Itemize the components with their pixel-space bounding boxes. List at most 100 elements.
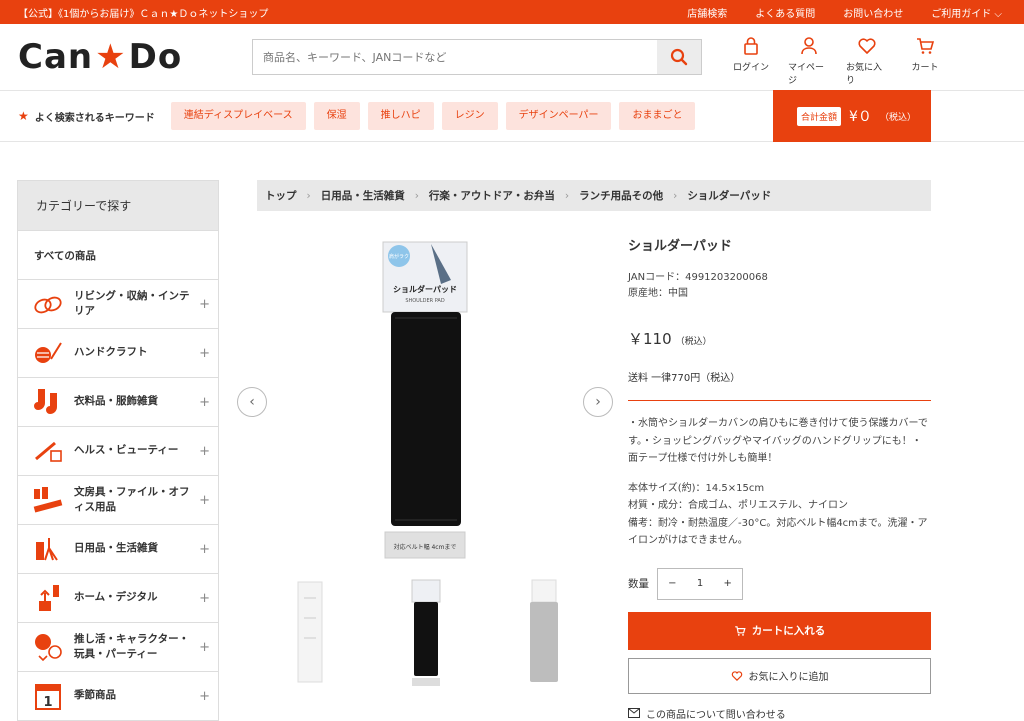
favorites-label: お気に入り <box>846 63 883 86</box>
keyword-chip[interactable]: レジン <box>441 102 498 130</box>
next-image-button[interactable]: › <box>583 387 613 417</box>
product-info: ショルダーパッド JANコード：4991203200068 原産地：中国 ￥11… <box>628 235 931 721</box>
sidebar-item-label: ハンドクラフト <box>74 346 148 359</box>
cart-button[interactable]: カート <box>904 36 946 86</box>
quantity-label: 数量 <box>628 578 649 590</box>
thumbnail-3[interactable] <box>524 578 564 688</box>
keyword-bar: ★ よく検索されるキーワード 連結ディスプレイベース 保湿 推しハピ レジン デ… <box>0 90 1024 142</box>
plus-icon[interactable]: + <box>199 444 210 459</box>
home-digital-icon <box>32 583 64 613</box>
shop-tagline: 【公式】《1個からお届け》Ｃａｎ★Ｄｏネットショップ <box>18 8 269 20</box>
sidebar-item-living[interactable]: リビング・収納・インテリア + <box>18 279 218 328</box>
keyword-chip[interactable]: 連結ディスプレイベース <box>170 102 306 130</box>
logo-text-can: Can <box>18 37 94 77</box>
add-to-favorites-label: お気に入りに追加 <box>748 672 829 683</box>
sidebar-item-beauty[interactable]: ヘルス・ビューティー + <box>18 426 218 475</box>
breadcrumb-item[interactable]: 日用品・生活雑貨 <box>321 188 405 203</box>
quantity-value[interactable]: 1 <box>697 578 703 589</box>
minus-button[interactable]: − <box>668 578 676 589</box>
plus-icon[interactable]: + <box>199 542 210 557</box>
logo-text-do: Do <box>128 37 183 77</box>
chevron-right-icon: › <box>564 189 570 202</box>
thumbnail-1[interactable] <box>290 578 330 688</box>
sidebar-item-clothing[interactable]: 衣料品・服飾雑貨 + <box>18 377 218 426</box>
chevron-right-icon: › <box>414 189 419 202</box>
keyword-chip[interactable]: 推しハピ <box>367 102 434 130</box>
keyword-chip[interactable]: 保湿 <box>313 102 360 130</box>
guide-link-label: ご利用ガイド <box>931 8 992 20</box>
sidebar-item-all[interactable]: すべての商品 <box>18 230 218 279</box>
product-main-image: 肩がラク ショルダーパッド SHOULDER PAD 対応ベルト幅 4cmまで <box>382 241 468 559</box>
inquiry-link[interactable]: この商品について問い合わせる <box>628 706 931 721</box>
plus-icon[interactable]: + <box>199 493 210 508</box>
logo-star-icon: ★ <box>95 37 127 77</box>
keyword-title-text: よく検索されるキーワード <box>34 112 155 124</box>
sidebar-item-daily-goods[interactable]: 日用品・生活雑貨 + <box>18 524 218 573</box>
sidebar-item-label: すべての商品 <box>34 249 96 262</box>
top-bar: 【公式】《1個からお届け》Ｃａｎ★Ｄｏネットショップ 店舗検索 よくある質問 お… <box>0 0 1024 24</box>
plus-icon[interactable]: + <box>199 591 210 606</box>
favorites-button[interactable]: お気に入り <box>846 36 888 86</box>
breadcrumb-item[interactable]: トップ <box>265 188 297 203</box>
search-input[interactable] <box>253 40 657 74</box>
prev-image-button[interactable]: ‹ <box>237 387 267 417</box>
cart-total[interactable]: 合計金額 ¥０ （税込） <box>773 90 931 142</box>
calendar-icon: 1 <box>32 681 64 711</box>
sidebar-item-craft[interactable]: ハンドクラフト + <box>18 328 218 377</box>
plus-button[interactable]: + <box>723 578 731 589</box>
login-button[interactable]: ログイン <box>730 36 772 86</box>
plus-icon[interactable]: + <box>199 346 210 361</box>
chevron-right-icon: › <box>595 394 601 410</box>
breadcrumb-item[interactable]: 行楽・アウトドア・お弁当 <box>429 188 555 203</box>
breadcrumb: トップ › 日用品・生活雑貨 › 行楽・アウトドア・お弁当 › ランチ用品その他 › シ… <box>257 180 931 211</box>
package-title-text: ショルダーパッド <box>393 284 457 294</box>
sidebar-item-seasonal[interactable]: 1 季節商品 + <box>18 671 218 720</box>
spec-size: 本体サイズ(約)：14.5×15cm <box>628 482 765 494</box>
shipping-info: 送料 一律770円（税込） <box>628 369 931 401</box>
product-specs: 本体サイズ(約)：14.5×15cm 材質・成分：合成ゴム、ポリエステル、ナイロ… <box>628 480 931 550</box>
beauty-icon <box>32 436 64 466</box>
keyword-chip[interactable]: おままごと <box>619 102 696 130</box>
package-label-text: 対応ベルト幅 4cmまで <box>394 543 457 551</box>
lock-icon <box>744 37 758 55</box>
craft-icon <box>32 338 64 368</box>
store-search-link[interactable]: 店舗検索 <box>687 5 727 20</box>
sidebar-item-stationery[interactable]: 文房具・ファイル・オフィス用品 + <box>18 475 218 524</box>
price-tax: （税込） <box>675 337 712 347</box>
sidebar-item-label: 文房具・ファイル・オフィス用品 <box>74 485 190 513</box>
chevron-down-icon: ⌵ <box>994 8 1002 20</box>
contact-link[interactable]: お問い合わせ <box>843 5 903 20</box>
product-origin: 原産地：中国 <box>628 288 688 299</box>
sidebar-item-home-digital[interactable]: ホーム・デジタル + <box>18 573 218 622</box>
product-name: ショルダーパッド <box>628 239 732 254</box>
mypage-label: マイページ <box>788 63 825 86</box>
sidebar-item-label: 日用品・生活雑貨 <box>74 542 158 555</box>
logo[interactable]: Can ★ Do <box>18 37 252 77</box>
search-icon <box>670 48 688 66</box>
add-to-cart-button[interactable]: カートに入れる <box>628 611 931 650</box>
keyword-chip[interactable]: デザインペーパー <box>505 102 612 130</box>
plus-icon[interactable]: + <box>199 640 210 655</box>
faq-link[interactable]: よくある質問 <box>755 5 815 20</box>
breadcrumb-item[interactable]: ランチ用品その他 <box>579 188 663 203</box>
plus-icon[interactable]: + <box>199 395 210 410</box>
plus-icon[interactable]: + <box>199 297 210 312</box>
user-icon <box>801 37 817 55</box>
product-price: ￥110 （税込） <box>628 328 931 349</box>
heart-icon <box>731 670 742 681</box>
top-links: 店舗検索 よくある質問 お問い合わせ ご利用ガイド ⌵ <box>687 5 1002 20</box>
thumbnail-2[interactable] <box>406 578 446 688</box>
keyword-title: ★ よく検索されるキーワード <box>18 109 155 124</box>
breadcrumb-item-current: ショルダーパッド <box>687 190 772 202</box>
add-to-favorites-button[interactable]: お気に入りに追加 <box>628 657 931 694</box>
search-box <box>252 39 702 75</box>
mypage-button[interactable]: マイページ <box>788 36 830 86</box>
chevron-left-icon: ‹ <box>249 394 255 410</box>
party-icon <box>32 632 64 662</box>
cart-icon <box>734 625 746 636</box>
search-button[interactable] <box>657 40 701 74</box>
sidebar-item-party[interactable]: 推し活・キャラクター・玩具・パーティー + <box>18 622 218 671</box>
guide-link[interactable]: ご利用ガイド ⌵ <box>931 5 1002 20</box>
chevron-right-icon: › <box>673 189 678 202</box>
plus-icon[interactable]: + <box>199 689 210 704</box>
